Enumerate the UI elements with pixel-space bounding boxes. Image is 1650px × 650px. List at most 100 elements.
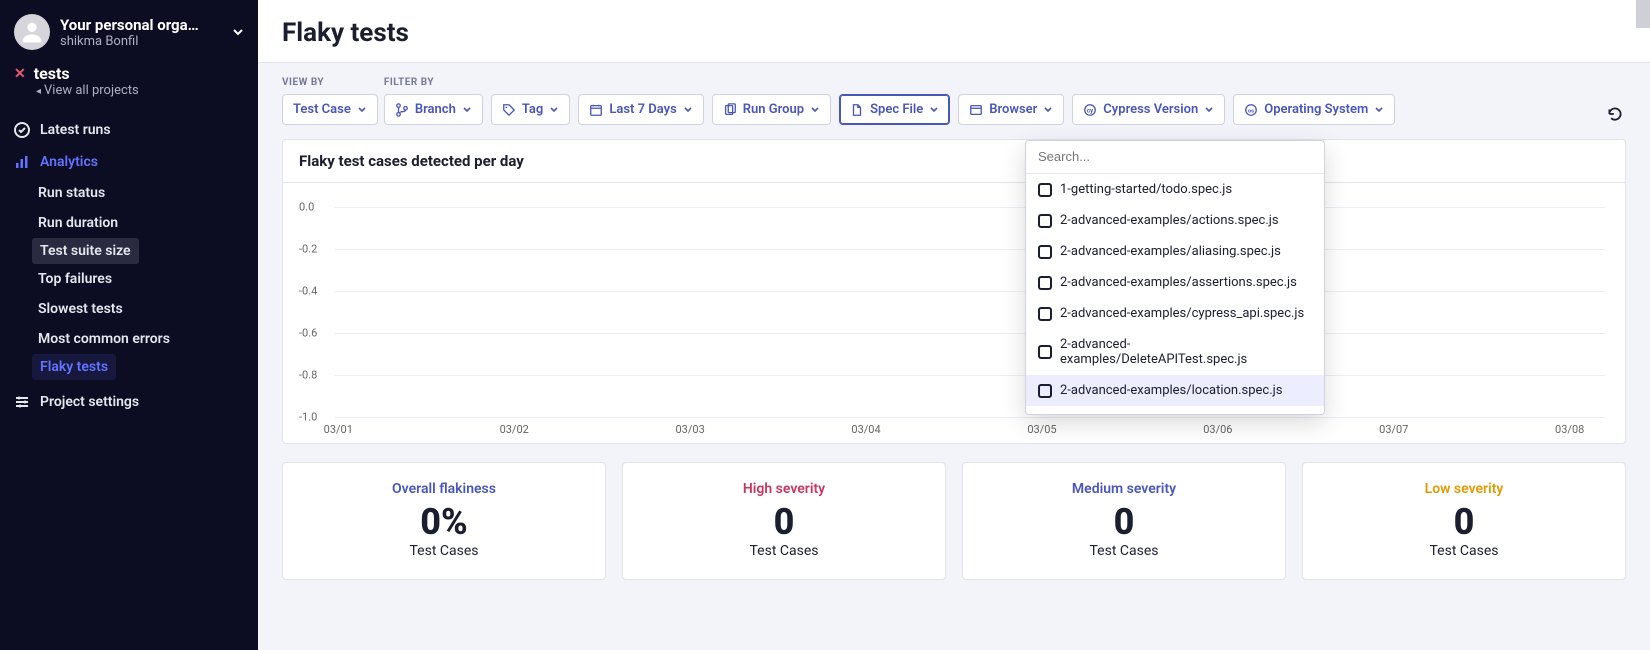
pill-label: Tag (522, 102, 543, 117)
main: Flaky tests VIEW BY Test Case FILTER BY (258, 0, 1650, 650)
summary-title: Medium severity (975, 481, 1273, 497)
y-tick-label: 0.0 (299, 201, 314, 214)
svg-text:cy: cy (1087, 107, 1094, 114)
view-by-label: VIEW BY (282, 77, 378, 88)
org-user: shikma Bonfil (60, 34, 220, 49)
x-tick-label: 03/01 (324, 423, 353, 453)
dropdown-option[interactable]: 2-advanced-examples/assertions.spec.js (1026, 267, 1324, 298)
dropdown-option[interactable]: 2-advanced-examples/aliasing.spec.js (1026, 236, 1324, 267)
summary-value: 0 (635, 503, 933, 543)
sub-test-suite-size[interactable]: Test suite size (32, 238, 139, 264)
x-tick-label: 03/07 (1379, 423, 1408, 453)
dropdown-search-input[interactable] (1038, 149, 1312, 164)
summary-subtitle: Test Cases (975, 543, 1273, 559)
check-circle-icon (14, 122, 30, 138)
reload-button[interactable] (1604, 103, 1626, 125)
chevron-down-icon (462, 105, 472, 115)
nav-label: Analytics (40, 154, 98, 170)
file-icon (850, 103, 864, 117)
y-tick-label: -0.8 (299, 369, 317, 382)
chevron-down-icon (1374, 105, 1384, 115)
filter-run-group[interactable]: Run Group (712, 94, 831, 125)
chart-title: Flaky test cases detected per day (283, 140, 1625, 183)
filter-branch[interactable]: Branch (384, 94, 483, 125)
project-header: ✕ tests View all projects (0, 60, 258, 108)
summary-subtitle: Test Cases (295, 543, 593, 559)
nav-analytics[interactable]: Analytics (0, 146, 258, 178)
nav-label: Project settings (40, 394, 139, 410)
project-icon: ✕ (14, 66, 26, 82)
sliders-icon (14, 394, 30, 410)
checkbox-icon (1038, 276, 1052, 290)
sub-most-common-errors[interactable]: Most common errors (0, 324, 258, 354)
chevron-down-icon (683, 105, 693, 115)
chevron-down-icon (549, 105, 559, 115)
nav-project-settings[interactable]: Project settings (0, 386, 258, 418)
summary-value: 0 (975, 503, 1273, 543)
dropdown-option-label: 1-getting-started/todo.spec.js (1060, 182, 1232, 197)
summary-subtitle: Test Cases (1315, 543, 1613, 559)
filter-os[interactable]: os Operating System (1233, 94, 1395, 125)
sub-run-duration[interactable]: Run duration (0, 208, 258, 238)
dropdown-option-label: 2-advanced-examples/aliasing.spec.js (1060, 244, 1281, 259)
sub-flaky-tests[interactable]: Flaky tests (32, 354, 116, 380)
dropdown-option[interactable]: 2-advanced-examples/actions.spec.js (1026, 205, 1324, 236)
sidebar: Your personal orga… shikma Bonfil ✕ test… (0, 0, 258, 650)
project-name: tests (34, 64, 70, 83)
filter-cypress-version[interactable]: cy Cypress Version (1072, 94, 1225, 125)
summary-subtitle: Test Cases (635, 543, 933, 559)
analytics-sub-nav: Run status Run duration Test suite size … (0, 178, 258, 380)
checkbox-icon (1038, 345, 1052, 359)
summary-overall: Overall flakiness 0% Test Cases (282, 462, 606, 580)
y-tick-label: -0.2 (299, 243, 317, 256)
dropdown-option[interactable]: 2-advanced-examples/location.spec.js (1026, 375, 1324, 406)
os-icon: os (1244, 103, 1258, 117)
view-by-pill[interactable]: Test Case (282, 94, 378, 125)
filter-time[interactable]: Last 7 Days (578, 94, 703, 125)
summary-value: 0% (295, 503, 593, 543)
checkbox-icon (1038, 214, 1052, 228)
spec-file-dropdown: 1-getting-started/todo.spec.js 2-advanced… (1025, 140, 1325, 415)
view-all-projects-link[interactable]: View all projects (36, 83, 244, 98)
summary-low: Low severity 0 Test Cases (1302, 462, 1626, 580)
gridline (335, 291, 1605, 292)
pill-label: Operating System (1264, 102, 1368, 117)
sub-top-failures[interactable]: Top failures (0, 264, 258, 294)
dropdown-option[interactable]: 2-advanced-examples/cypress_api.spec.js (1026, 298, 1324, 329)
filter-tag[interactable]: Tag (491, 94, 570, 125)
sub-run-status[interactable]: Run status (0, 178, 258, 208)
gridline (335, 207, 1605, 208)
checkbox-icon (1038, 384, 1052, 398)
nav: Latest runs Analytics Run status Run dur… (0, 108, 258, 424)
copy-icon (723, 103, 737, 117)
chevron-down-icon (357, 105, 367, 115)
summary-title: Low severity (1315, 481, 1613, 497)
nav-latest-runs[interactable]: Latest runs (0, 114, 258, 146)
chart-area: 0.0-0.2-0.4-0.6-0.8-1.003/0103/0203/0303… (299, 203, 1609, 433)
sub-slowest-tests[interactable]: Slowest tests (0, 294, 258, 324)
org-name: Your personal orga… (60, 16, 220, 34)
checkbox-icon (1038, 245, 1052, 259)
summary-medium: Medium severity 0 Test Cases (962, 462, 1286, 580)
x-tick-label: 03/08 (1555, 423, 1584, 453)
dropdown-option[interactable]: 2-advanced-examples/navigation.spec.js (1026, 406, 1324, 414)
chevron-down-icon (929, 105, 939, 115)
pill-label: Browser (989, 102, 1037, 117)
dropdown-search-wrap (1026, 141, 1324, 174)
gridline (335, 375, 1605, 376)
org-switcher[interactable]: Your personal orga… shikma Bonfil (0, 0, 258, 60)
dropdown-option[interactable]: 1-getting-started/todo.spec.js (1026, 174, 1324, 205)
dropdown-option-label: 2-advanced-examples/DeleteAPITest.spec.j… (1060, 337, 1312, 367)
chart-body: 0.0-0.2-0.4-0.6-0.8-1.003/0103/0203/0303… (283, 183, 1625, 443)
chevron-down-icon (230, 24, 246, 40)
scrollbar[interactable] (1636, 0, 1650, 28)
view-all-label: View all projects (44, 83, 139, 98)
dropdown-option[interactable]: 2-advanced-examples/DeleteAPITest.spec.j… (1026, 329, 1324, 375)
filter-spec-file[interactable]: Spec File (839, 94, 950, 125)
dropdown-list[interactable]: 1-getting-started/todo.spec.js 2-advanced… (1026, 174, 1324, 414)
dropdown-option-label: 2-advanced-examples/cypress_api.spec.js (1060, 306, 1304, 321)
filter-browser[interactable]: Browser (958, 94, 1064, 125)
filter-row: VIEW BY Test Case FILTER BY Branch (282, 77, 1626, 125)
pill-label: Test Case (293, 102, 351, 117)
calendar-icon (589, 103, 603, 117)
